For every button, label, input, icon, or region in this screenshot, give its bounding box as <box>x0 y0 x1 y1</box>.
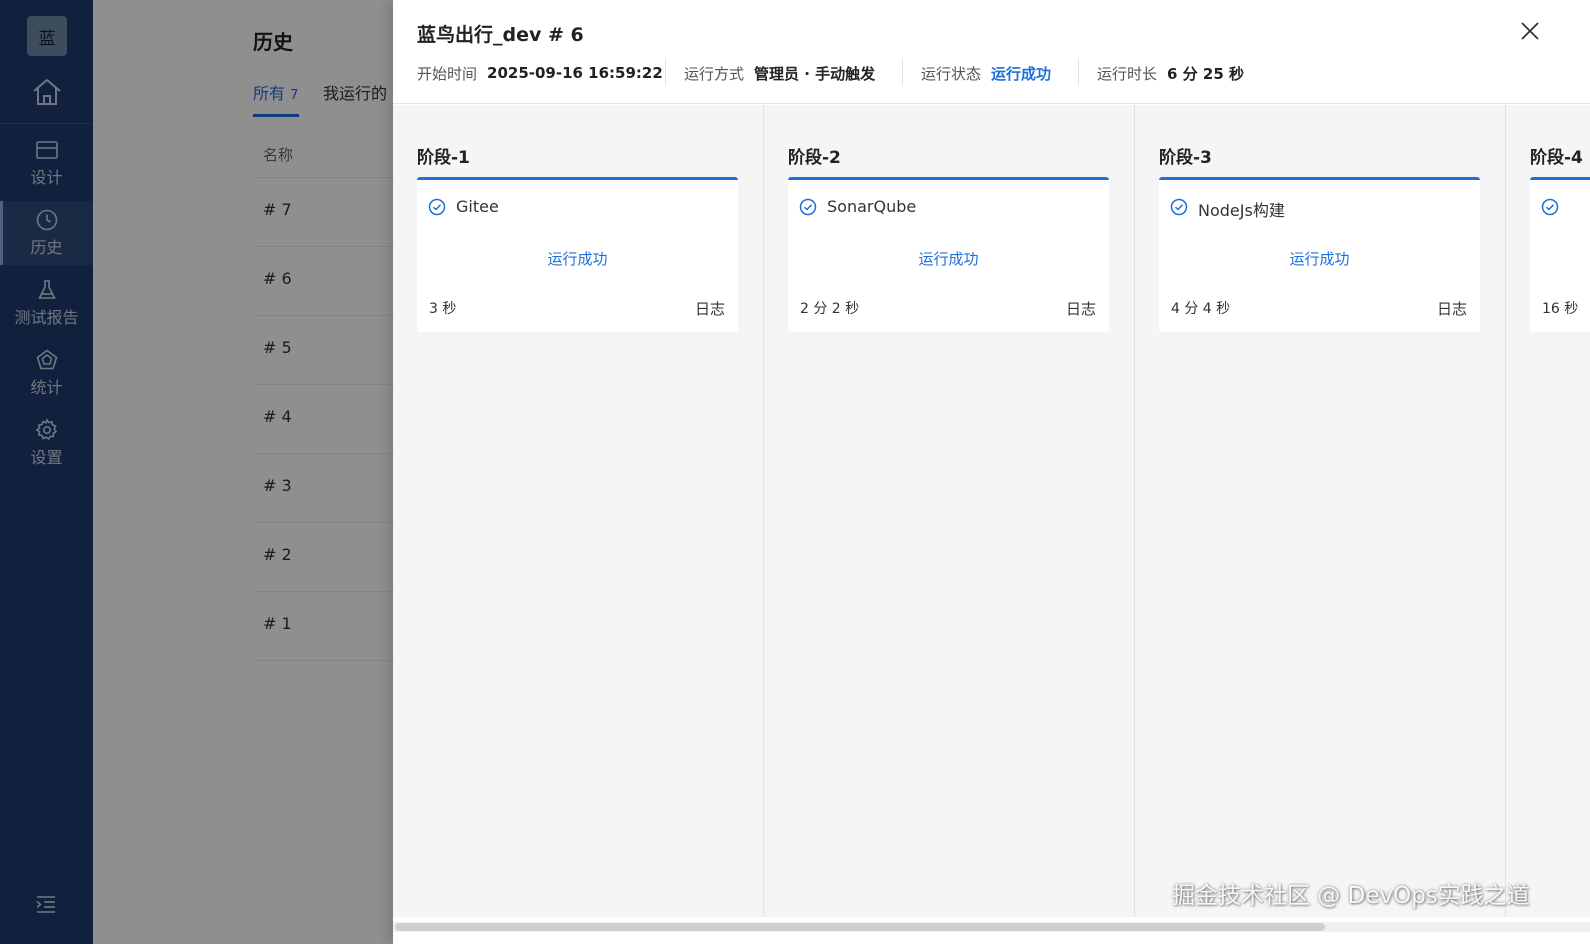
table-row[interactable]: # 1 <box>253 592 393 661</box>
design-icon <box>35 141 58 159</box>
meta-value: 2025-09-16 16:59:22 <box>487 64 663 82</box>
table-row[interactable]: # 7 <box>253 178 393 247</box>
job-duration: 16 秒 <box>1542 301 1579 317</box>
run-number: # 6 <box>263 269 292 288</box>
meta-status: 运行状态 运行成功 <box>921 62 1051 84</box>
job-card[interactable]: Gitee 运行成功 3 秒 日志 <box>417 177 738 332</box>
collapse-menu-icon[interactable] <box>35 893 57 915</box>
log-link[interactable]: 日志 <box>695 298 725 319</box>
sidebar-item-design[interactable]: 设计 <box>0 131 93 195</box>
sidebar-item-label: 设置 <box>30 448 63 467</box>
meta-run-mode: 运行方式 管理员 · 手动触发 <box>684 62 875 84</box>
job-name: Gitee <box>456 197 499 216</box>
stage-column: 阶段-2 SonarQube 运行成功 2 分 2 秒 日志 <box>764 105 1135 917</box>
log-link[interactable]: 日志 <box>1066 298 1096 319</box>
drawer-header: 蓝鸟出行_dev # 6 开始时间 2025-09-16 16:59:22 运行… <box>393 0 1590 104</box>
check-circle-icon <box>428 198 446 216</box>
check-circle-icon <box>799 198 817 216</box>
page-title: 历史 <box>253 30 293 54</box>
sidebar-item-statistics[interactable]: 统计 <box>0 341 93 405</box>
tab-all[interactable]: 所有 7 <box>253 80 298 104</box>
home-icon[interactable] <box>29 74 65 110</box>
meta-divider <box>902 59 903 85</box>
sidebar: 蓝 设计 历史 测试报告 统计 设置 <box>0 0 93 944</box>
meta-divider <box>665 59 666 85</box>
stage-title: 阶段-2 <box>788 148 841 168</box>
table-row[interactable]: # 4 <box>253 385 393 454</box>
meta-label: 运行状态 <box>921 64 982 83</box>
scrollbar-thumb[interactable] <box>395 923 1325 931</box>
job-status: 运行成功 <box>1289 250 1350 268</box>
run-detail-drawer: 蓝鸟出行_dev # 6 开始时间 2025-09-16 16:59:22 运行… <box>393 0 1590 944</box>
stage-column: 阶段-1 Gitee 运行成功 3 秒 日志 <box>393 105 764 917</box>
check-circle-icon <box>1170 198 1188 216</box>
job-card[interactable]: NodeJs构建 运行成功 4 分 4 秒 日志 <box>1159 177 1480 332</box>
run-number: # 3 <box>263 476 292 495</box>
status-badge: 运行成功 <box>991 64 1052 83</box>
run-number: # 2 <box>263 545 292 564</box>
clock-icon <box>36 209 57 231</box>
tab-mine[interactable]: 我运行的 <box>323 80 387 104</box>
table-row[interactable]: # 3 <box>253 454 393 523</box>
meta-value: 6 分 25 秒 <box>1167 64 1244 83</box>
stage-title: 阶段-1 <box>417 148 470 168</box>
job-duration: 2 分 2 秒 <box>800 301 860 317</box>
pentagon-chart-icon <box>36 349 57 370</box>
meta-label: 开始时间 <box>417 64 478 83</box>
sidebar-item-settings[interactable]: 设置 <box>0 411 93 475</box>
job-name: NodeJs构建 <box>1198 201 1285 220</box>
meta-divider <box>1078 59 1079 85</box>
meta-value: 管理员 · 手动触发 <box>754 64 876 83</box>
table-row[interactable]: # 2 <box>253 523 393 592</box>
job-card[interactable]: SonarQube 运行成功 2 分 2 秒 日志 <box>788 177 1109 332</box>
meta-label: 运行方式 <box>684 64 745 83</box>
run-number: # 1 <box>263 614 292 633</box>
sidebar-item-label: 统计 <box>30 378 63 397</box>
run-number: # 5 <box>263 338 292 357</box>
drawer-title: 蓝鸟出行_dev # 6 <box>417 24 584 46</box>
job-duration: 3 秒 <box>429 301 457 317</box>
job-duration: 4 分 4 秒 <box>1171 301 1231 317</box>
log-link[interactable]: 日志 <box>1437 298 1467 319</box>
job-card[interactable]: 16 秒 <box>1530 177 1590 332</box>
tab-label: 所有 <box>253 84 286 103</box>
table-header: 名称 <box>253 130 393 178</box>
tab-count: 7 <box>290 88 299 103</box>
check-circle-icon <box>1541 198 1559 216</box>
stages-board: 阶段-1 Gitee 运行成功 3 秒 日志 阶段-2 SonarQube 运行… <box>393 105 1590 917</box>
stage-title: 阶段-3 <box>1159 148 1212 168</box>
horizontal-scrollbar[interactable] <box>393 922 1590 932</box>
run-number: # 7 <box>263 200 292 219</box>
job-status: 运行成功 <box>918 250 979 268</box>
meta-label: 运行时长 <box>1097 64 1158 83</box>
app-logo[interactable]: 蓝 <box>27 16 67 56</box>
sidebar-item-label: 历史 <box>30 238 63 257</box>
sidebar-item-test-report[interactable]: 测试报告 <box>0 271 93 335</box>
column-name: 名称 <box>263 146 294 164</box>
table-row[interactable]: # 5 <box>253 316 393 385</box>
sidebar-item-label: 设计 <box>30 168 63 187</box>
stage-title: 阶段-4 <box>1530 148 1583 168</box>
history-page: 历史 所有 7 我运行的 名称 # 7 # 6 # 5 # 4 # 3 # 2 … <box>93 0 393 944</box>
table-row[interactable]: # 6 <box>253 247 393 316</box>
sidebar-item-label: 测试报告 <box>14 308 79 327</box>
flask-icon <box>37 280 56 299</box>
sidebar-item-history[interactable]: 历史 <box>0 201 93 265</box>
gear-icon <box>35 418 57 441</box>
stage-column: 阶段-4 16 秒 <box>1506 105 1590 917</box>
job-status: 运行成功 <box>547 250 608 268</box>
sidebar-divider <box>0 123 93 124</box>
stage-column: 阶段-3 NodeJs构建 运行成功 4 分 4 秒 日志 <box>1135 105 1506 917</box>
meta-start-time: 开始时间 2025-09-16 16:59:22 <box>417 62 663 84</box>
run-number: # 4 <box>263 407 292 426</box>
meta-duration: 运行时长 6 分 25 秒 <box>1097 62 1244 84</box>
tab-active-indicator <box>253 114 299 117</box>
job-name: SonarQube <box>827 197 917 216</box>
close-icon[interactable] <box>1519 20 1541 42</box>
